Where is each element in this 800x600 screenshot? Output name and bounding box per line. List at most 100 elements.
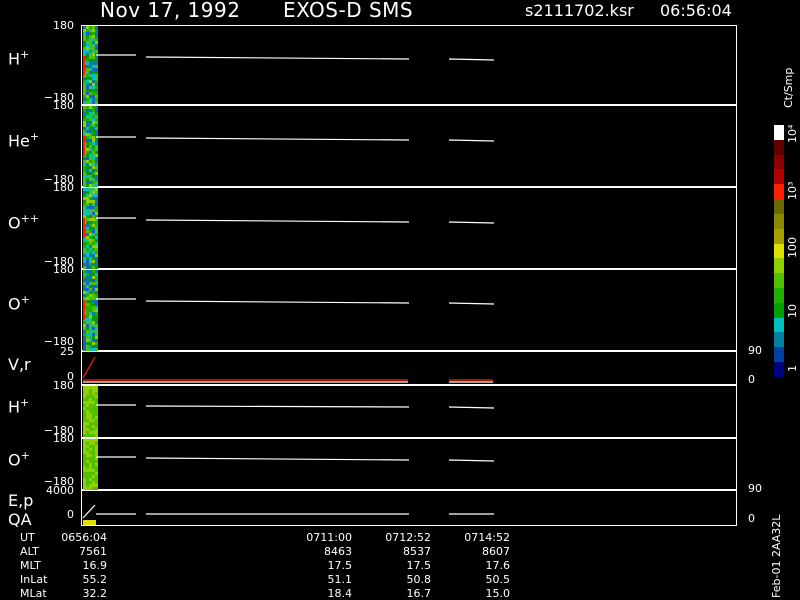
spectrogram-cell [86, 487, 89, 490]
spectrogram-cell [89, 389, 92, 392]
spectrogram-cell [95, 306, 98, 309]
spectrogram-cell [86, 401, 89, 404]
spectrogram-cell [95, 157, 98, 160]
spectrogram-cell [83, 481, 86, 484]
spectrogram-cell [95, 169, 98, 172]
footer-value: 17.6 [485, 559, 511, 572]
spectrogram-strips [83, 26, 98, 525]
spectrogram-cell [86, 425, 89, 428]
spectrogram-cell [83, 197, 86, 200]
footer-value: 32.2 [82, 587, 108, 600]
spectrogram-cell [95, 139, 98, 142]
spectrogram-cell [86, 38, 89, 41]
footer-value: 16.9 [82, 559, 108, 572]
spectrogram-cell [89, 77, 92, 80]
spectrogram-cell [92, 175, 95, 178]
spectrogram-cell [89, 44, 92, 47]
colorbar-swatch [774, 332, 784, 348]
spectrogram-cell [92, 425, 95, 428]
spectrogram-cell [83, 419, 86, 422]
spectrogram-cell [83, 109, 86, 112]
spectrogram-cell [86, 47, 89, 50]
trace-line [448, 406, 495, 409]
spectrogram-cell [83, 270, 86, 273]
spectrogram-cell [92, 109, 95, 112]
spectrogram-cell [86, 404, 89, 407]
spectrogram-cell [86, 457, 89, 460]
spectrogram-cell [83, 392, 86, 395]
spectrogram-cell [83, 191, 86, 194]
spectrogram-cell [92, 324, 95, 327]
spectrogram-cell [92, 410, 95, 413]
spectrogram-cell [86, 194, 89, 197]
spectrogram-cell [86, 472, 89, 475]
spectrogram-cell [89, 136, 92, 139]
spectrogram-cell [92, 95, 95, 98]
spectrogram-cell [86, 242, 89, 245]
spectrogram-cell [83, 95, 86, 98]
spectrogram-cell [92, 239, 95, 242]
spectrogram-cell [89, 448, 92, 451]
spectrogram-cell [86, 115, 89, 118]
spectrogram-cell [95, 288, 98, 291]
spectrogram-cell [89, 345, 92, 348]
spectrogram-cell [83, 44, 86, 47]
spectrogram-cell [92, 312, 95, 315]
spectrogram-cell [86, 145, 89, 148]
spectrogram-cell [92, 32, 95, 35]
spectrogram-cell [89, 251, 92, 254]
spectrogram-cell [95, 339, 98, 342]
spectrogram-cell [95, 478, 98, 481]
spectrogram-cell [92, 439, 95, 442]
spectrogram-cell [86, 348, 89, 351]
spectrogram-cell [92, 392, 95, 395]
spectrogram-cell [95, 487, 98, 490]
spectrogram-cell [89, 410, 92, 413]
spectrogram-cell [92, 77, 95, 80]
spectrogram-cell [92, 68, 95, 71]
spectrogram-cell [92, 395, 95, 398]
spectrogram-cell [89, 279, 92, 282]
spectrogram-cell [89, 336, 92, 339]
spectrogram-cell [92, 386, 95, 389]
spectrogram-cell [95, 472, 98, 475]
spectrogram-cell [92, 448, 95, 451]
footer-value: 15.0 [485, 587, 511, 600]
spectrogram-cell [92, 139, 95, 142]
spectrogram-cell [83, 26, 86, 29]
spectrogram-cell [95, 300, 98, 303]
spectrogram-cell [89, 178, 92, 181]
spectrogram-cell [95, 327, 98, 330]
spectrogram-cell [95, 89, 98, 92]
spectrogram-cell [86, 178, 89, 181]
spectrogram-cell [83, 127, 86, 130]
spectrogram-cell [95, 422, 98, 425]
spectrogram-cell [95, 279, 98, 282]
footer-value: 0714:52 [464, 531, 510, 544]
spectrogram-cell [89, 89, 92, 92]
spectrogram-cell [92, 133, 95, 136]
spectrogram-cell [86, 248, 89, 251]
spectrogram-cell [89, 457, 92, 460]
spectrogram-cell [89, 224, 92, 227]
spectrogram-cell [92, 142, 95, 145]
spectrogram-cell [89, 333, 92, 336]
spectrogram-cell [86, 407, 89, 410]
spectrogram-cell [83, 41, 86, 44]
spectrogram-cell [92, 74, 95, 77]
spectrogram-cell [95, 181, 98, 184]
spectrogram-cell [95, 80, 98, 83]
spectrogram-cell [89, 422, 92, 425]
spectrogram-cell [95, 395, 98, 398]
spectrogram-cell [89, 318, 92, 321]
spectrogram-cell [89, 282, 92, 285]
spectrogram-cell [95, 291, 98, 294]
footer-value: 0711:00 [306, 531, 352, 544]
spectrogram-cell [86, 59, 89, 62]
colorbar-tick: 10⁴ [786, 124, 799, 143]
spectrogram-cell [86, 475, 89, 478]
spectrogram-cell [92, 115, 95, 118]
spectrogram-cell [89, 288, 92, 291]
spectrogram-cell [86, 318, 89, 321]
spectrogram-cell [95, 460, 98, 463]
